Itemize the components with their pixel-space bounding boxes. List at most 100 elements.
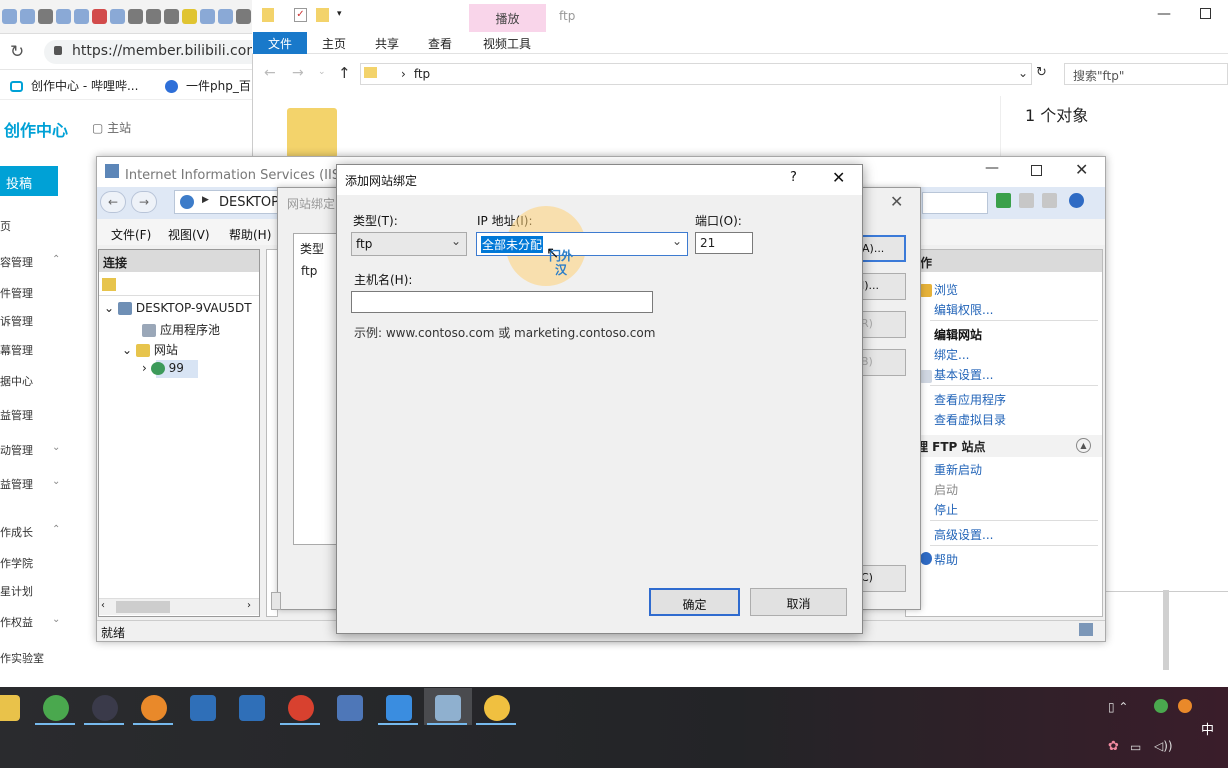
forward-arrow-icon[interactable]: → (131, 191, 157, 213)
sidebar-item[interactable]: 动管理 ⌄ (0, 442, 70, 458)
iis-taskbar-icon[interactable] (435, 695, 461, 721)
action-help[interactable]: 帮助 (934, 551, 958, 568)
ime-indicator[interactable]: 中 (1201, 719, 1214, 738)
folder-icon[interactable] (287, 108, 337, 158)
back-arrow-icon[interactable]: ← (264, 65, 276, 81)
sidebar-item[interactable]: 件管理 (0, 285, 70, 301)
ribbon-tab-view[interactable]: 查看 (428, 35, 452, 52)
action-advanced-settings[interactable]: 高级设置... (934, 526, 993, 543)
tree-node-app-pools[interactable]: 应用程序池 (142, 321, 220, 338)
forward-arrow-icon[interactable]: → (292, 65, 304, 81)
ok-button[interactable]: 确定 (649, 588, 740, 616)
bookmark-baidu[interactable]: 一件php_百 (165, 77, 251, 94)
cancel-button[interactable]: 取消 (750, 588, 847, 616)
file-explorer-taskbar-icon[interactable] (0, 695, 20, 721)
minimize-icon[interactable]: — (1157, 6, 1171, 22)
address-dropdown-icon[interactable]: ⌄ (1018, 66, 1028, 80)
sidebar-item[interactable]: 页 (0, 218, 70, 234)
collapse-icon[interactable]: ▲ (1076, 438, 1091, 453)
tray-flower-icon[interactable]: ✿ (1108, 739, 1119, 754)
bookmark-icon[interactable] (128, 9, 143, 24)
upload-button[interactable]: 投稿 (0, 166, 58, 196)
action-stop[interactable]: 停止 (934, 501, 958, 518)
sidebar-item[interactable]: 诉管理 (0, 313, 70, 329)
sidebar-item[interactable]: 作实验室 (0, 650, 70, 666)
ribbon-tab-file[interactable]: 文件 (253, 32, 307, 54)
tree-node-site-99[interactable]: › 99 (142, 361, 184, 375)
column-type-header[interactable]: 类型 (300, 240, 324, 257)
minimize-icon[interactable]: — (985, 160, 999, 176)
network-taskbar-icon[interactable] (337, 695, 363, 721)
sidebar-item[interactable]: 星计划 (0, 583, 70, 599)
action-browse[interactable]: 浏览 (934, 281, 958, 298)
search-tool-taskbar-icon[interactable] (141, 695, 167, 721)
recent-dropdown-icon[interactable]: ⌄ (318, 67, 326, 77)
action-bindings[interactable]: 绑定... (934, 346, 969, 363)
maximize-icon[interactable] (1031, 165, 1042, 176)
messenger-taskbar-icon[interactable] (386, 695, 412, 721)
bookmark-icon[interactable] (146, 9, 161, 24)
add-binding-button[interactable]: A)... (858, 235, 906, 262)
bookmark-icon[interactable] (110, 9, 125, 24)
up-arrow-icon[interactable]: ↑ (338, 64, 351, 82)
scrollbar-thumb[interactable] (116, 601, 170, 613)
volume-icon[interactable]: ◁)) (1154, 739, 1173, 753)
sidebar-item[interactable]: 作权益 ⌄ (0, 614, 70, 630)
new-folder-icon[interactable] (316, 8, 329, 22)
refresh-icon[interactable] (996, 193, 1011, 208)
binding-row[interactable]: ftp (301, 264, 317, 278)
close-bindings-button[interactable]: C) (858, 565, 906, 592)
home-link[interactable]: ▢ 主站 (92, 119, 131, 136)
menu-file[interactable]: 文件(F) (111, 226, 151, 243)
bookmark-icon[interactable] (236, 9, 251, 24)
chrome-taskbar-icon[interactable] (288, 695, 314, 721)
close-icon[interactable]: ✕ (890, 192, 903, 211)
tray-usb-icon[interactable]: ▯ ⌃ (1108, 700, 1128, 714)
iis-address-tail[interactable] (922, 192, 988, 214)
hostname-input[interactable] (351, 291, 653, 313)
sidebar-item[interactable]: 幕管理 (0, 342, 70, 358)
media-taskbar-icon[interactable] (92, 695, 118, 721)
sidebar-item[interactable]: 益管理 (0, 407, 70, 423)
reload-icon[interactable]: ↻ (10, 42, 24, 62)
window-app-taskbar-icon[interactable] (190, 695, 216, 721)
bookmark-icon[interactable] (56, 9, 71, 24)
ip-address-select[interactable]: 全部未分配 ⌄ (476, 232, 688, 256)
ribbon-tab-share[interactable]: 共享 (375, 35, 399, 52)
type-select[interactable]: ftp ⌄ (351, 232, 467, 256)
stop-icon[interactable] (1019, 193, 1034, 208)
edit-binding-button[interactable]: I)... (858, 273, 906, 300)
action-restart[interactable]: 重新启动 (934, 461, 982, 478)
tray-browser-icon[interactable] (1154, 699, 1168, 713)
close-icon[interactable]: ✕ (832, 168, 845, 187)
action-view-applications[interactable]: 查看应用程序 (934, 391, 1006, 408)
action-basic-settings[interactable]: 基本设置... (934, 366, 993, 383)
tree-node-sites[interactable]: ⌄ 网站 (122, 341, 178, 358)
bookmark-icon[interactable] (38, 9, 53, 24)
explorer-address-bar[interactable]: › ftp (360, 63, 1032, 85)
bookmark-icon[interactable] (92, 9, 107, 24)
close-icon[interactable]: ✕ (1075, 160, 1088, 179)
refresh-icon[interactable]: ↻ (1036, 65, 1047, 80)
scroll-right-icon[interactable]: › (247, 600, 251, 611)
ribbon-tab-video-tools[interactable]: 视频工具 (483, 35, 531, 52)
sidebar-item[interactable]: 作学院 (0, 555, 70, 571)
help-icon[interactable] (1069, 193, 1084, 208)
explorer-search-input[interactable]: 搜索"ftp" (1064, 63, 1228, 85)
sidebar-item[interactable]: 容管理 ⌃ (0, 254, 70, 270)
bookmark-icon[interactable] (218, 9, 233, 24)
bookmark-icon[interactable] (182, 9, 197, 24)
ftp-taskbar-icon[interactable] (484, 695, 510, 721)
sidebar-item[interactable]: 作成长 ⌃ (0, 524, 70, 540)
bookmark-bilibili[interactable]: 创作中心 - 哔哩哔... (10, 77, 138, 94)
page-title[interactable]: 创作中心 (4, 117, 68, 141)
bookmark-icon[interactable] (20, 9, 35, 24)
maximize-icon[interactable] (1200, 8, 1211, 19)
sidebar-item[interactable]: 益管理 ⌄ (0, 476, 70, 492)
bookmark-icon[interactable] (74, 9, 89, 24)
menu-help[interactable]: 帮助(H) (229, 226, 271, 243)
action-edit-permissions[interactable]: 编辑权限... (934, 301, 993, 318)
ribbon-tab-home[interactable]: 主页 (322, 35, 346, 52)
tree-node-server[interactable]: ⌄ DESKTOP-9VAU5DT (104, 301, 252, 315)
bookmark-icon[interactable] (200, 9, 215, 24)
